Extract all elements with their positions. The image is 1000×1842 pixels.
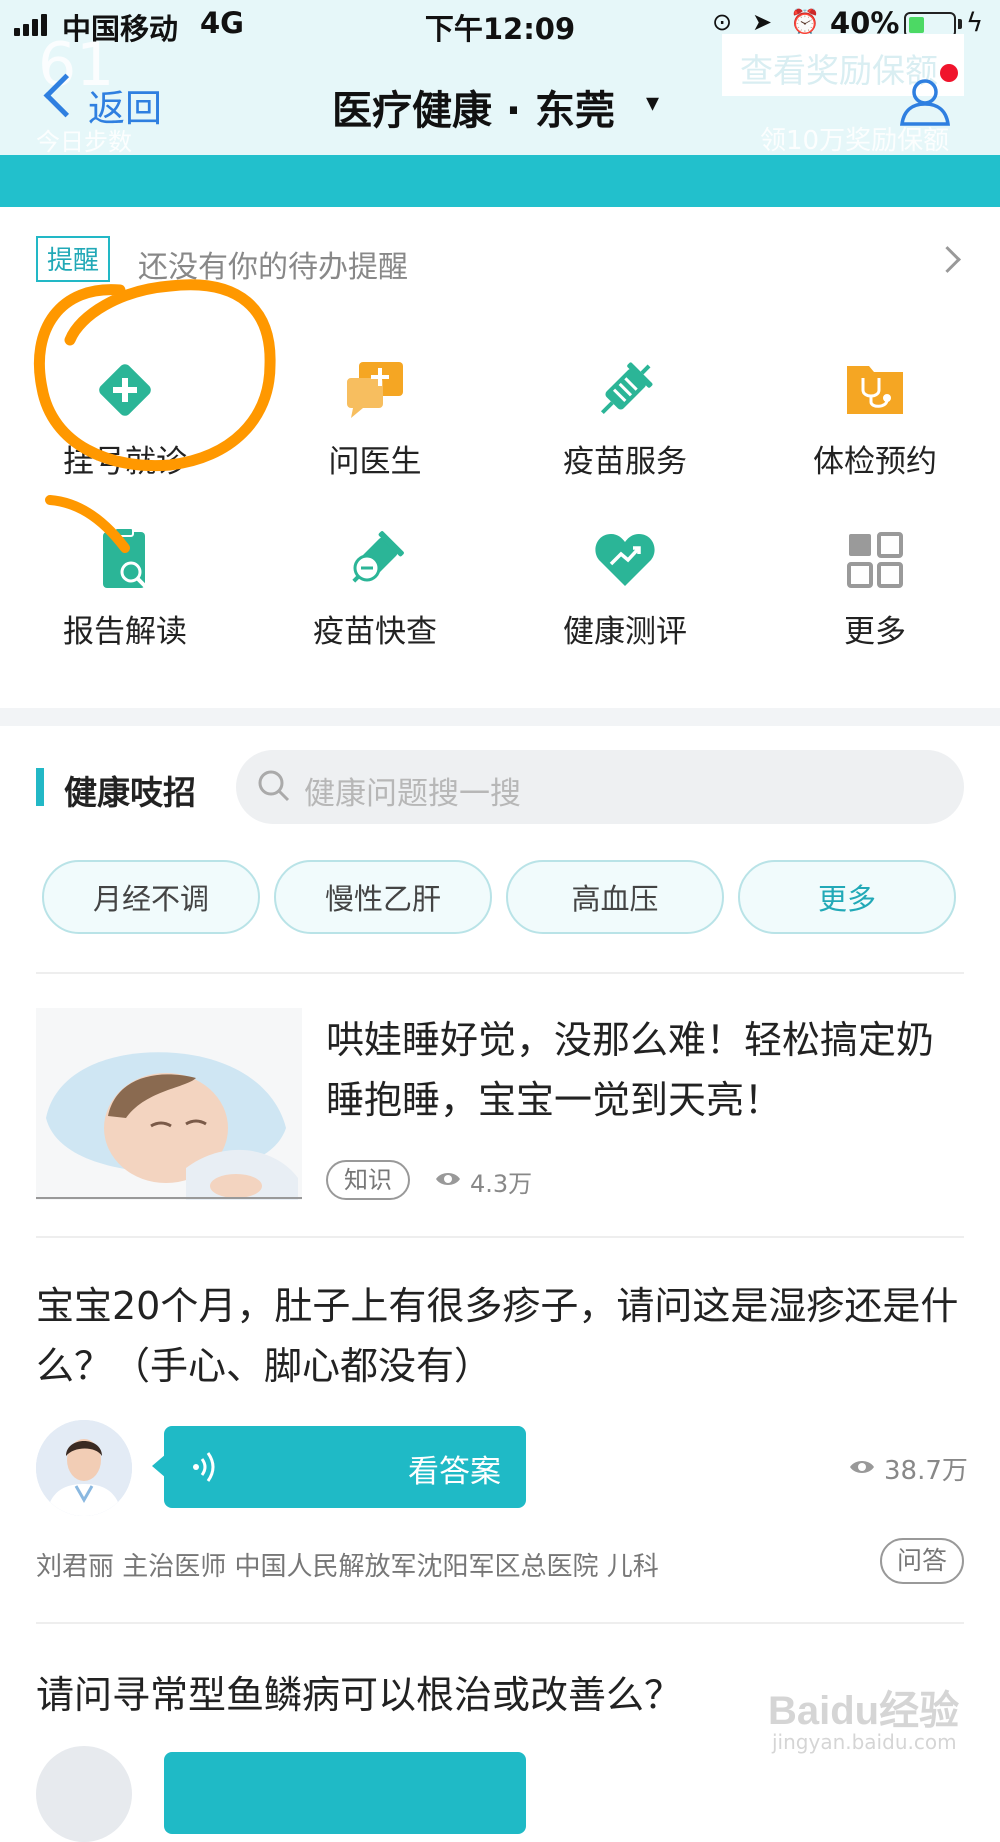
- question-title[interactable]: 宝宝20个月，肚子上有很多疹子，请问这是湿疹还是什么？（手心、脚心都没有）: [36, 1276, 976, 1396]
- service-checkup[interactable]: 体检预约: [750, 356, 1000, 506]
- divider: [36, 1236, 964, 1238]
- search-icon: [258, 770, 290, 802]
- service-label: 疫苗快查: [313, 614, 437, 650]
- topic-chip-more[interactable]: 更多: [738, 860, 956, 934]
- article-tag: 知识: [326, 1160, 410, 1200]
- question-title[interactable]: 请问寻常型鱼鳞病可以根治或改善么？: [36, 1664, 682, 1719]
- location-icon: ➤: [752, 8, 773, 36]
- grid-icon: [847, 532, 903, 588]
- syringe-icon: [600, 362, 653, 415]
- service-label: 更多: [844, 614, 906, 650]
- voice-answer-button[interactable]: [164, 1752, 526, 1834]
- eye-icon: [436, 1173, 460, 1185]
- doctor-info: 刘君丽 主治医师 中国人民解放军沈阳军区总医院 儿科: [36, 1552, 659, 1582]
- heart-trend-icon: [595, 534, 655, 586]
- service-label: 健康测评: [563, 614, 687, 650]
- service-report[interactable]: 报告解读: [0, 526, 250, 676]
- page-title[interactable]: 医疗健康 · 东莞: [332, 78, 615, 136]
- service-more[interactable]: 更多: [750, 526, 1000, 676]
- chat-plus-icon: [347, 362, 403, 418]
- notification-dot: [940, 64, 958, 82]
- service-register[interactable]: 挂号就诊: [0, 356, 250, 506]
- back-button[interactable]: 返回: [88, 78, 162, 132]
- search-placeholder[interactable]: 健康问题搜一搜: [304, 768, 521, 813]
- reminder-tag: 提醒: [36, 236, 110, 282]
- orientation-lock-icon: ⊙: [712, 8, 733, 36]
- service-label: 问医生: [328, 444, 422, 480]
- section-divider: [0, 708, 1000, 726]
- divider: [36, 1622, 964, 1624]
- tips-section-title: 健康吱招: [64, 773, 196, 812]
- watermark-logo: Baidu经验: [768, 1689, 960, 1733]
- watermark-site: jingyan.baidu.com: [772, 1730, 957, 1754]
- question-tag: 问答: [880, 1538, 964, 1584]
- voice-wave-icon: [193, 1452, 215, 1482]
- service-label: 疫苗服务: [563, 444, 687, 480]
- city-dropdown-caret[interactable]: ▾: [646, 88, 659, 118]
- service-label: 报告解读: [63, 614, 187, 650]
- plus-diamond-icon: [99, 364, 151, 416]
- topic-chip-hypertension[interactable]: 高血压: [506, 860, 724, 934]
- reminder-chevron-right-icon[interactable]: [934, 246, 961, 273]
- article-title[interactable]: 哄娃睡好觉，没那么难！轻松搞定奶睡抱睡，宝宝一觉到天亮！: [326, 1010, 966, 1130]
- eye-icon: [850, 1461, 874, 1473]
- divider: [36, 972, 964, 974]
- doctor-avatar[interactable]: [36, 1420, 132, 1516]
- header-banner-band: [0, 155, 1000, 207]
- alarm-icon: ⏰: [790, 8, 820, 36]
- charging-icon: ϟ: [966, 8, 984, 38]
- question-views: 38.7万: [884, 1456, 968, 1486]
- article-thumbnail-sleeping-baby[interactable]: [36, 1008, 302, 1200]
- stethoscope-folder-icon: [847, 366, 903, 414]
- section-accent-bar: [36, 768, 44, 806]
- service-ask-doctor[interactable]: 问医生: [250, 356, 500, 506]
- topic-chip-hepatitis[interactable]: 慢性乙肝: [274, 860, 492, 934]
- service-label: 挂号就诊: [63, 444, 187, 480]
- reminder-text[interactable]: 还没有你的待办提醒: [138, 242, 408, 286]
- article-views: 4.3万: [470, 1170, 533, 1198]
- report-search-icon: [103, 527, 147, 588]
- doctor-avatar[interactable]: [36, 1746, 132, 1842]
- service-label: 体检预约: [813, 444, 937, 480]
- battery-cap: [958, 19, 962, 29]
- service-vaccine[interactable]: 疫苗服务: [500, 356, 750, 506]
- vaccine-check-icon: [352, 531, 404, 583]
- user-profile-icon[interactable]: [898, 76, 952, 126]
- service-vaccine-check[interactable]: 疫苗快查: [250, 526, 500, 676]
- topic-chip-menstrual[interactable]: 月经不调: [42, 860, 260, 934]
- service-health-assessment[interactable]: 健康测评: [500, 526, 750, 676]
- view-answer-label[interactable]: 看答案: [408, 1446, 501, 1491]
